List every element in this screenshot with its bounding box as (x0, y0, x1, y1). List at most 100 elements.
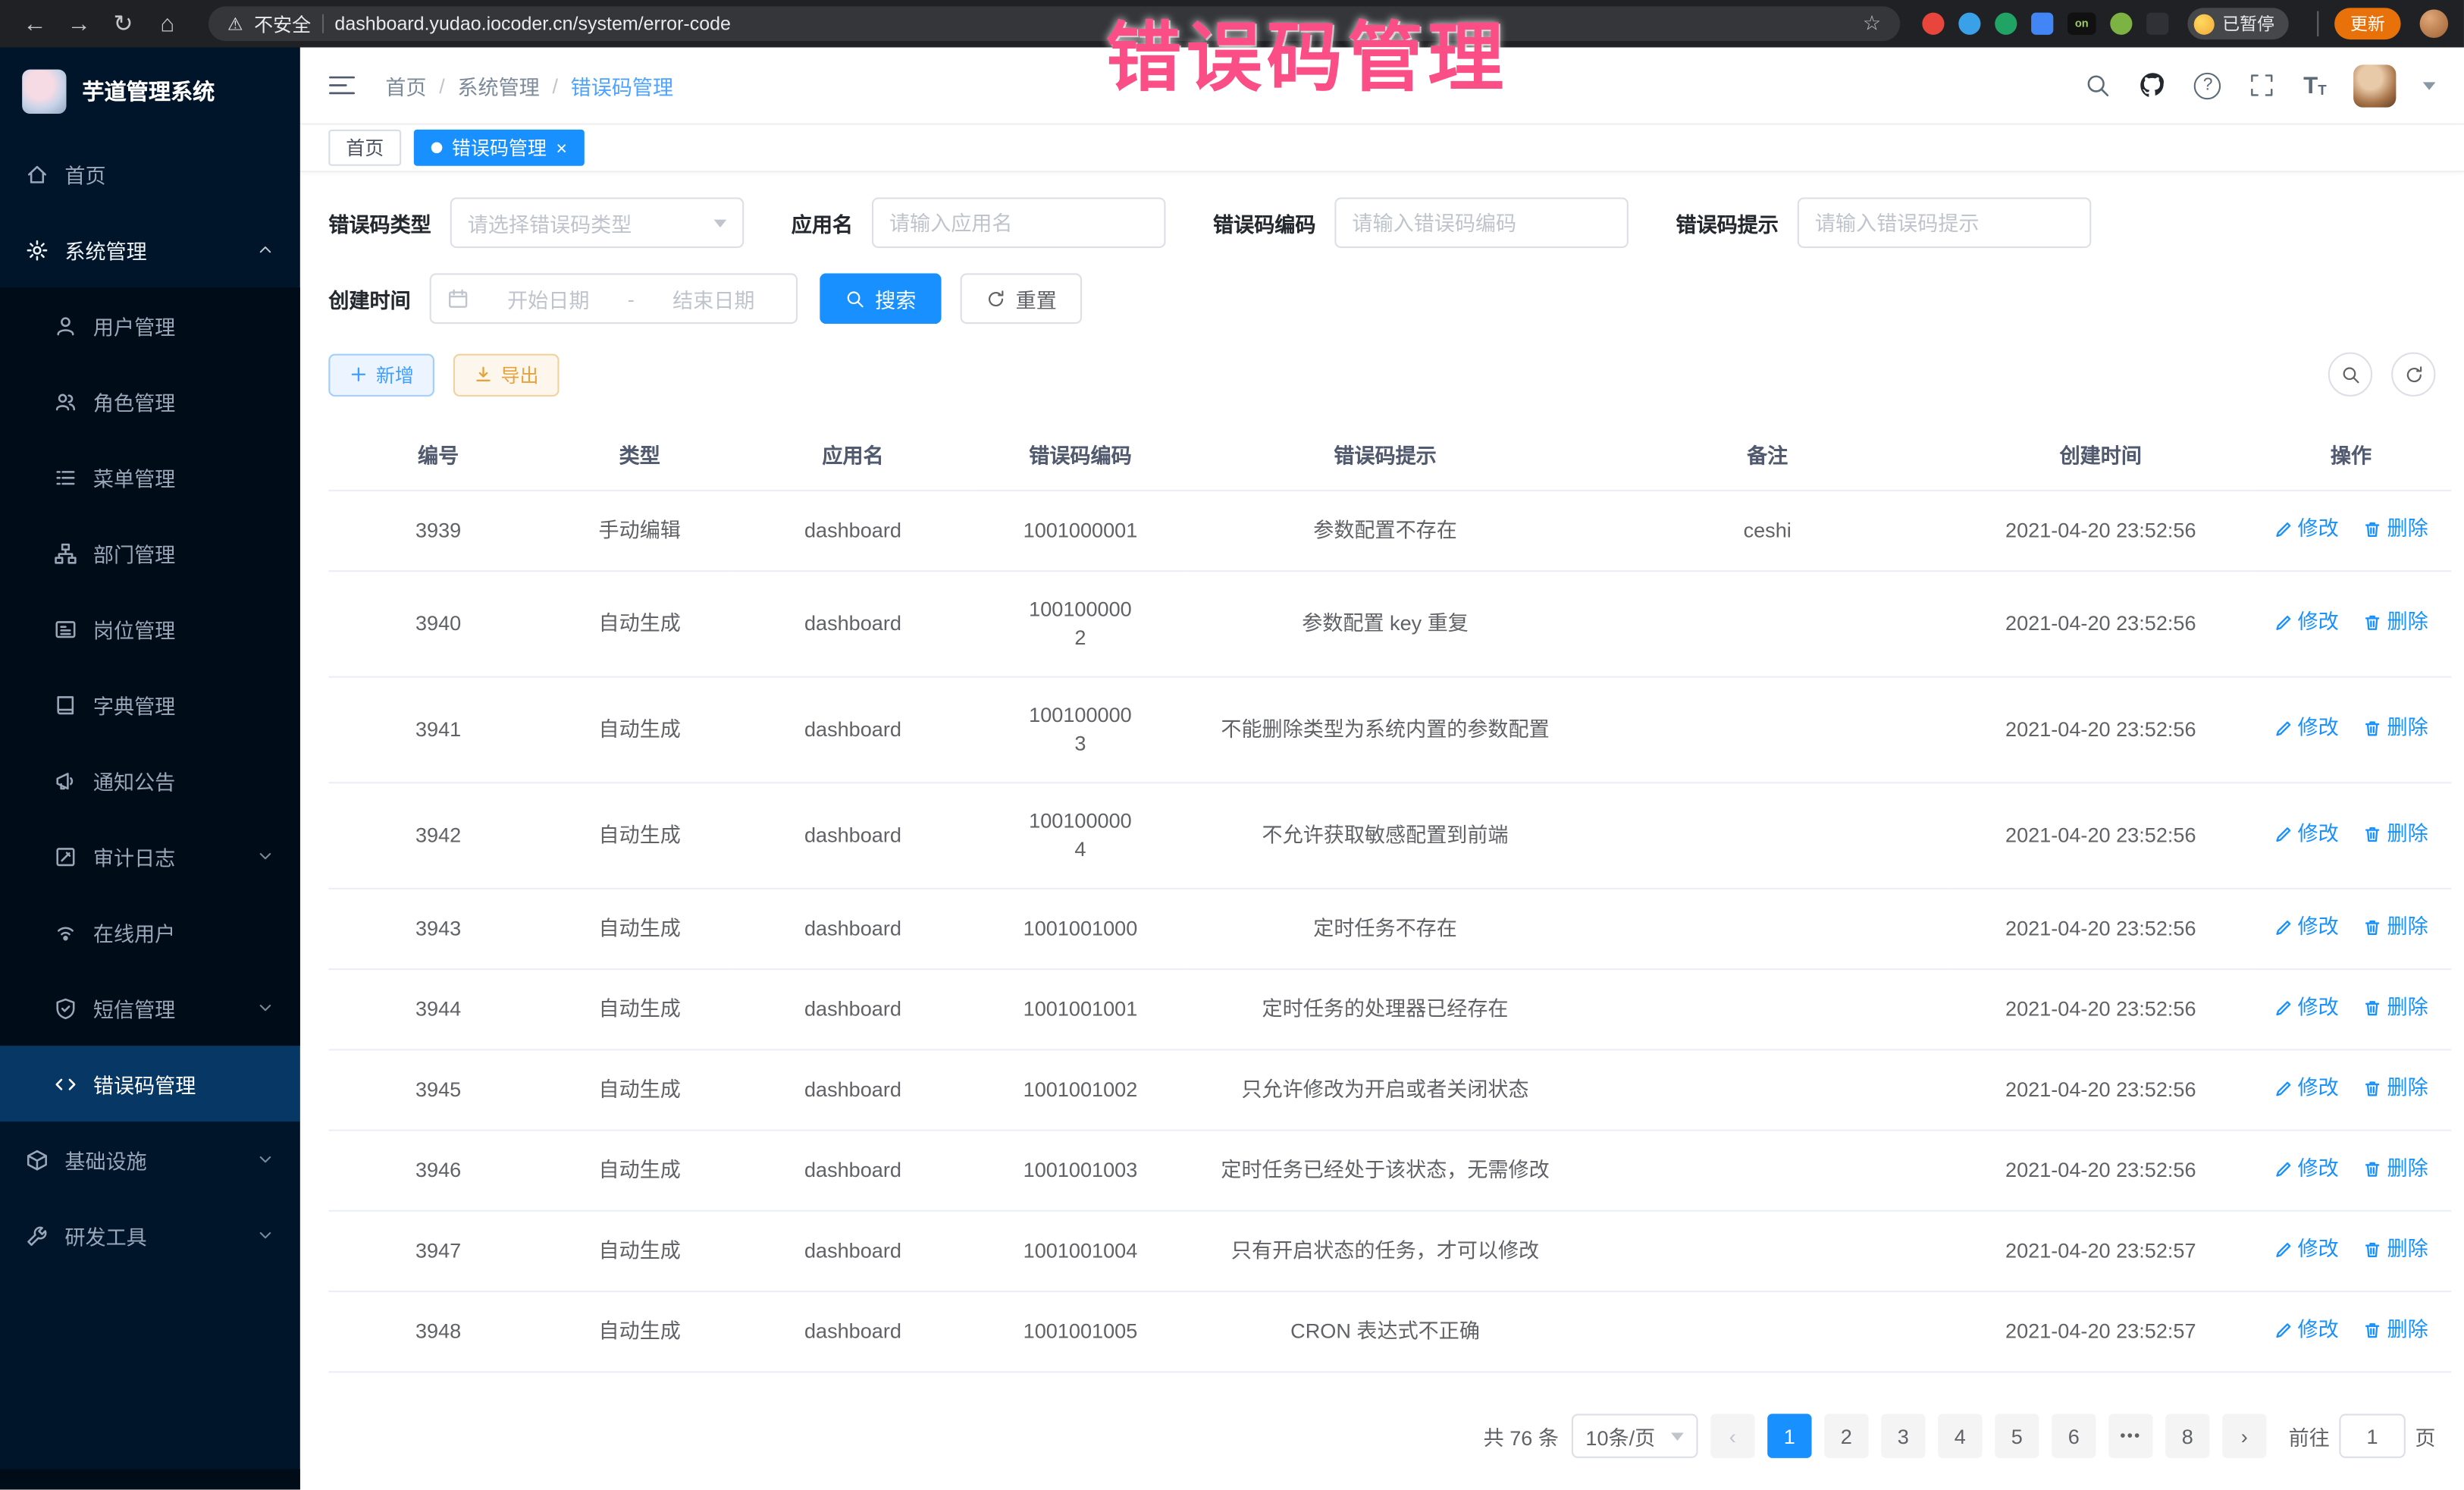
breadcrumb-system[interactable]: 系统管理 (457, 71, 539, 101)
sidebar-item-system-management[interactable]: 系统管理 (0, 212, 300, 287)
sidebar-item-infrastructure[interactable]: 基础设施 (0, 1121, 300, 1197)
sidebar-item-online-users[interactable]: 在线用户 (0, 894, 300, 970)
delete-link[interactable]: 删除 (2363, 1074, 2428, 1103)
chrome-divider (2317, 11, 2318, 36)
github-icon[interactable] (2139, 71, 2167, 99)
sidebar-item-menu-management[interactable]: 菜单管理 (0, 439, 300, 515)
bookmark-star-icon[interactable]: ☆ (1863, 11, 1881, 36)
error-msg-input[interactable] (1798, 197, 2091, 248)
edit-link[interactable]: 修改 (2274, 608, 2338, 636)
sidebar-item-role-management[interactable]: 角色管理 (0, 363, 300, 439)
prev-page-button[interactable]: ‹ (1710, 1414, 1754, 1458)
url-text[interactable]: dashboard.yudao.iocoder.cn/system/error-… (334, 13, 731, 35)
delete-link[interactable]: 删除 (2363, 515, 2428, 543)
table-header-row: 编号 类型 应用名 错误码编码 错误码提示 备注 创建时间 操作 (328, 419, 2451, 491)
page-button-8[interactable]: 8 (2165, 1414, 2209, 1458)
page-button-5[interactable]: 5 (1995, 1414, 2039, 1458)
address-bar[interactable]: ⚠ 不安全 dashboard.yudao.iocoder.cn/system/… (208, 6, 1900, 41)
edit-pencil-icon (2274, 1321, 2293, 1340)
browser-update-button[interactable]: 更新 (2334, 8, 2400, 39)
font-size-icon[interactable]: TT (2303, 74, 2327, 97)
edit-link[interactable]: 修改 (2274, 993, 2338, 1021)
sidebar-item-home[interactable]: 首页 (0, 136, 300, 212)
select-caret-icon (1671, 1432, 1684, 1440)
edit-link[interactable]: 修改 (2274, 1235, 2338, 1263)
goto-page-input[interactable] (2339, 1414, 2405, 1458)
browser-back-button[interactable]: ← (16, 11, 54, 37)
help-icon[interactable]: ? (2194, 72, 2221, 99)
edit-pencil-icon (2274, 1079, 2293, 1098)
sidebar-item-department-management[interactable]: 部门管理 (0, 515, 300, 591)
search-button[interactable]: 搜索 (820, 273, 941, 324)
sidebar-item-user-management[interactable]: 用户管理 (0, 287, 300, 363)
avatar-dropdown-caret[interactable] (2423, 81, 2436, 89)
page-size-select[interactable]: 10条/页 (1572, 1414, 1698, 1458)
security-label[interactable]: 不安全 (254, 11, 311, 37)
page-button-1[interactable]: 1 (1767, 1414, 1811, 1458)
page-button-6[interactable]: 6 (2052, 1414, 2096, 1458)
edit-link[interactable]: 修改 (2274, 913, 2338, 941)
export-button[interactable]: 导出 (453, 353, 560, 396)
extension-icon[interactable] (2031, 13, 2053, 35)
error-code-input[interactable] (1334, 197, 1628, 248)
breadcrumb-home[interactable]: 首页 (385, 71, 426, 101)
menu-fold-icon[interactable] (328, 73, 356, 98)
edit-link[interactable]: 修改 (2274, 714, 2338, 742)
app-logo[interactable]: 芋道管理系统 (0, 47, 300, 136)
extension-icon[interactable] (1995, 13, 2017, 35)
reset-button[interactable]: 重置 (961, 273, 1082, 324)
extension-on-icon[interactable]: on (2067, 13, 2096, 35)
app-name-input[interactable] (872, 197, 1165, 248)
delete-link[interactable]: 删除 (2363, 1155, 2428, 1183)
toolbar-icon-buttons (2328, 353, 2436, 397)
security-warning-icon: ⚠ (227, 14, 243, 34)
more-pages-button[interactable]: ••• (2108, 1414, 2152, 1458)
page-button-2[interactable]: 2 (1824, 1414, 1868, 1458)
profile-paused-badge[interactable]: 已暂停 (2187, 8, 2288, 39)
search-icon[interactable] (2084, 71, 2112, 99)
next-page-button[interactable]: › (2222, 1414, 2266, 1458)
browser-forward-button[interactable]: → (60, 11, 98, 37)
extension-icon[interactable] (1922, 13, 1944, 35)
user-avatar[interactable] (2353, 64, 2396, 106)
browser-profile-avatar[interactable] (2420, 9, 2448, 37)
delete-link[interactable]: 删除 (2363, 913, 2428, 941)
delete-link[interactable]: 删除 (2363, 1316, 2428, 1344)
add-button[interactable]: 新增 (328, 353, 434, 396)
edit-link[interactable]: 修改 (2274, 1074, 2338, 1103)
edit-link[interactable]: 修改 (2274, 1155, 2338, 1183)
sidebar-item-position-management[interactable]: 岗位管理 (0, 591, 300, 667)
sidebar-item-announcements[interactable]: 通知公告 (0, 742, 300, 818)
extension-icon[interactable] (2110, 13, 2132, 35)
page-content: 错误码类型 请选择错误码类型 应用名 错误码编码 (300, 172, 2464, 1489)
delete-link[interactable]: 删除 (2363, 714, 2428, 742)
edit-link[interactable]: 修改 (2274, 1316, 2338, 1344)
sidebar-item-sms-management[interactable]: 短信管理 (0, 970, 300, 1046)
edit-link[interactable]: 修改 (2274, 515, 2338, 543)
delete-link[interactable]: 删除 (2363, 993, 2428, 1021)
delete-link[interactable]: 删除 (2363, 820, 2428, 848)
page-button-4[interactable]: 4 (1938, 1414, 1982, 1458)
tab-close-icon[interactable]: × (556, 138, 567, 157)
edit-link[interactable]: 修改 (2274, 820, 2338, 848)
fullscreen-icon[interactable] (2248, 71, 2276, 99)
tab-error-code-management[interactable]: 错误码管理 × (414, 130, 585, 166)
delete-link[interactable]: 删除 (2363, 608, 2428, 636)
tab-home[interactable]: 首页 (328, 130, 401, 166)
browser-home-button[interactable]: ⌂ (149, 11, 187, 37)
browser-reload-button[interactable]: ↻ (104, 9, 142, 37)
sidebar-item-dictionary-management[interactable]: 字典管理 (0, 667, 300, 742)
table-search-toggle-button[interactable] (2328, 353, 2372, 397)
search-icon (2340, 364, 2360, 384)
extension-icon[interactable] (1958, 13, 1980, 35)
sidebar-item-dev-tools[interactable]: 研发工具 (0, 1197, 300, 1273)
date-range-picker[interactable]: 开始日期 - 结束日期 (430, 273, 798, 324)
sidebar-item-error-code-management[interactable]: 错误码管理 (0, 1046, 300, 1121)
chevron-down-icon (255, 1226, 274, 1245)
page-button-3[interactable]: 3 (1881, 1414, 1925, 1458)
error-type-select[interactable]: 请选择错误码类型 (450, 197, 744, 248)
table-refresh-button[interactable] (2391, 353, 2435, 397)
delete-link[interactable]: 删除 (2363, 1235, 2428, 1263)
sidebar-item-audit-log[interactable]: 审计日志 (0, 818, 300, 894)
extensions-puzzle-icon[interactable] (2146, 13, 2168, 35)
